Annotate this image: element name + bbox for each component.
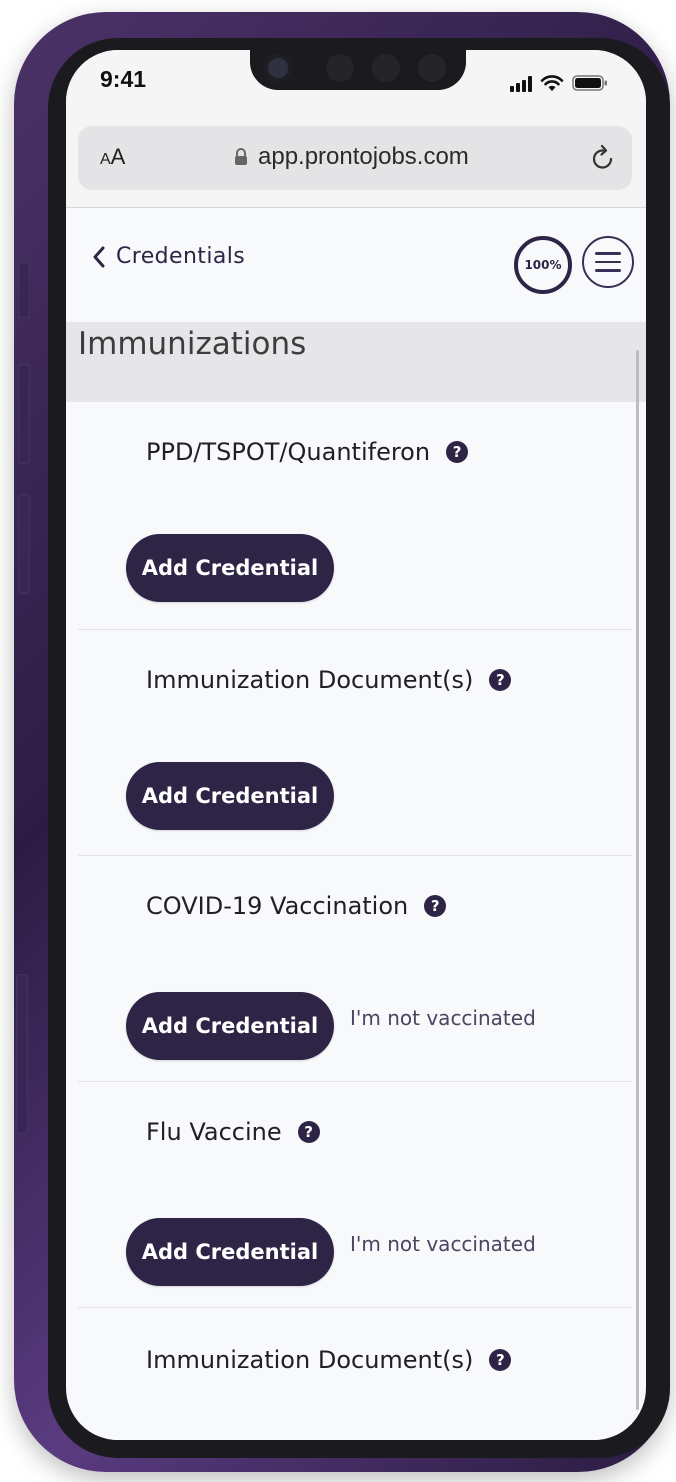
question-circle-icon[interactable]: ? <box>489 1349 512 1371</box>
not-vaccinated-link[interactable]: I'm not vaccinated <box>350 1006 536 1030</box>
credential-title-row: Immunization Document(s) ? <box>146 666 512 694</box>
credential-title: Immunization Document(s) <box>146 666 474 694</box>
credential-title-row: Flu Vaccine ? <box>146 1118 320 1146</box>
credential-title: Immunization Document(s) <box>146 1346 474 1374</box>
battery-icon <box>572 75 607 91</box>
credentials-card: PPD/TSPOT/Quantiferon ? Add Credential I… <box>78 402 632 1440</box>
chevron-left-icon <box>93 246 105 267</box>
wifi-icon <box>540 75 564 91</box>
volume-down-button <box>18 494 30 594</box>
credential-item: Immunization Document(s) ? <box>78 1308 632 1440</box>
sensor <box>418 54 446 82</box>
add-credential-button[interactable]: Add Credential <box>126 534 334 602</box>
add-credential-button[interactable]: Add Credential <box>126 762 334 830</box>
not-vaccinated-link[interactable]: I'm not vaccinated <box>350 1232 536 1256</box>
credential-title: PPD/TSPOT/Quantiferon <box>146 438 431 466</box>
question-circle-icon[interactable]: ? <box>424 895 447 917</box>
credential-title-row: COVID-19 Vaccination ? <box>146 892 447 920</box>
credential-title-row: PPD/TSPOT/Quantiferon ? <box>146 438 469 466</box>
front-camera <box>264 54 292 82</box>
question-circle-icon[interactable]: ? <box>297 1121 320 1143</box>
browser-toolbar: AA app.prontojobs.com <box>66 116 646 208</box>
signal-icon <box>510 76 532 92</box>
camera-notch <box>250 50 466 90</box>
sensor <box>372 54 400 82</box>
completion-progress-ring: 100% <box>514 236 572 294</box>
app-header: Credentials 100% <box>66 208 646 322</box>
section-title: Immunizations <box>78 326 307 362</box>
add-credential-button[interactable]: Add Credential <box>126 992 334 1060</box>
credential-item: Flu Vaccine ? Add Credential I'm not vac… <box>78 1082 632 1308</box>
question-circle-icon[interactable]: ? <box>489 669 512 691</box>
add-credential-button[interactable]: Add Credential <box>126 1218 334 1286</box>
side-button <box>16 974 28 1134</box>
credential-title-row: Immunization Document(s) ? <box>146 1346 512 1374</box>
reload-icon[interactable] <box>590 144 616 172</box>
text-size-button[interactable]: AA <box>100 144 125 170</box>
back-link[interactable]: Credentials <box>92 244 245 269</box>
scrollbar[interactable] <box>636 350 639 1410</box>
url-text[interactable]: app.prontojobs.com <box>258 143 469 171</box>
sensor <box>326 54 354 82</box>
credential-item: Immunization Document(s) ? Add Credentia… <box>78 630 632 856</box>
credential-title: Flu Vaccine <box>146 1118 282 1146</box>
hamburger-menu-icon[interactable] <box>582 236 634 288</box>
status-time: 9:41 <box>100 66 147 92</box>
credential-title: COVID-19 Vaccination <box>146 892 409 920</box>
lock-icon <box>235 148 247 165</box>
credential-item: PPD/TSPOT/Quantiferon ? Add Credential <box>78 402 632 630</box>
mute-switch <box>18 262 30 318</box>
credential-item: COVID-19 Vaccination ? Add Credential I'… <box>78 856 632 1082</box>
phone-screen: 9:41 AA app.prontojobs.com Credentials 1… <box>66 50 646 1440</box>
back-label: Credentials <box>116 244 246 269</box>
address-bar[interactable]: AA app.prontojobs.com <box>78 126 632 190</box>
question-circle-icon[interactable]: ? <box>446 441 469 463</box>
status-icons <box>510 74 608 92</box>
volume-up-button <box>18 364 30 464</box>
